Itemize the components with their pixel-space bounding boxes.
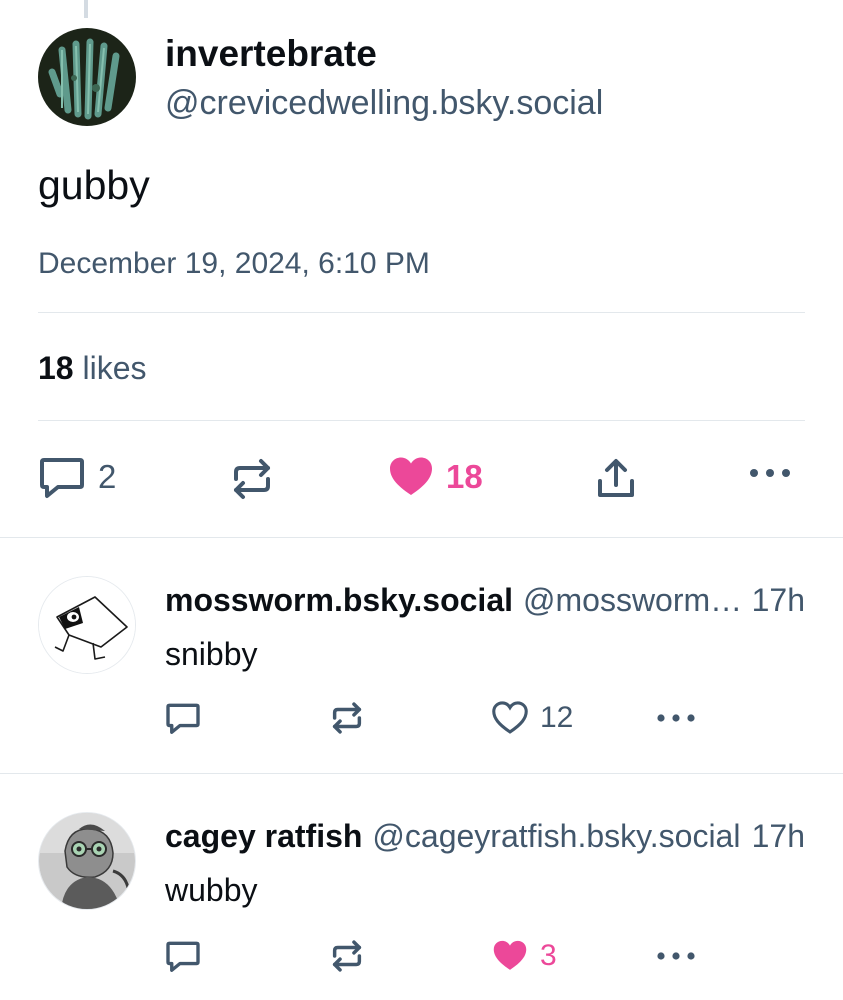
reply-post[interactable]: mossworm.bsky.social @mossworm.bsky.soci… (0, 538, 843, 774)
reply-author-handle[interactable]: @mossworm.bsky.social (523, 582, 746, 619)
more-options-button[interactable] (656, 713, 696, 723)
reply-post[interactable]: cagey ratfish @cageyratfish.bsky.social … (0, 774, 843, 1000)
reply-count: 2 (98, 458, 117, 495)
heart-icon (390, 457, 432, 495)
heart-icon (492, 701, 528, 734)
reply-author-name[interactable]: mossworm.bsky.social (165, 582, 513, 619)
reply-button[interactable]: 2 (38, 455, 116, 499)
repost-icon (234, 459, 270, 499)
comment-icon (40, 458, 84, 498)
reply-header: cagey ratfish @cageyratfish.bsky.social … (165, 818, 805, 855)
divider (38, 420, 805, 421)
more-icon (657, 714, 695, 722)
share-icon (598, 459, 634, 497)
share-button[interactable] (594, 457, 638, 501)
author-handle[interactable]: @crevicedwelling.bsky.social (165, 84, 603, 123)
more-options-button[interactable] (748, 467, 792, 479)
like-button[interactable]: 3 (492, 939, 557, 973)
more-icon (657, 952, 695, 960)
likes-count: 18 (38, 350, 74, 386)
likes-summary[interactable]: 18 likes (38, 350, 147, 387)
author-name[interactable]: invertebrate (165, 33, 377, 75)
repost-icon (332, 702, 362, 734)
heart-icon (493, 940, 527, 970)
post-text: gubby (38, 162, 150, 208)
repost-button[interactable] (330, 939, 364, 973)
main-post: invertebrate @crevicedwelling.bsky.socia… (0, 0, 843, 538)
repost-button[interactable] (330, 701, 364, 735)
reply-author-avatar[interactable] (38, 576, 136, 674)
repost-icon (332, 940, 362, 972)
post-timestamp: December 19, 2024, 6:10 PM (38, 247, 430, 280)
more-icon (750, 469, 790, 477)
reply-timestamp[interactable]: 17h (752, 582, 805, 619)
reply-button[interactable] (165, 939, 201, 973)
like-count: 12 (540, 701, 574, 734)
repost-button[interactable] (230, 457, 274, 501)
like-button[interactable]: 18 (388, 455, 483, 499)
reply-text: snibby (165, 636, 258, 672)
author-avatar[interactable] (38, 28, 136, 126)
like-count: 3 (540, 939, 557, 972)
comment-icon (166, 941, 200, 972)
comment-icon (166, 703, 200, 734)
reply-button[interactable] (165, 701, 201, 735)
like-count: 18 (446, 458, 483, 495)
reply-author-name[interactable]: cagey ratfish (165, 818, 362, 855)
reply-text: wubby (165, 872, 258, 908)
reply-timestamp[interactable]: 17h (752, 818, 805, 855)
like-button[interactable]: 12 (492, 701, 573, 735)
reply-author-avatar[interactable] (38, 812, 136, 910)
more-options-button[interactable] (656, 951, 696, 961)
divider (38, 312, 805, 313)
reply-header: mossworm.bsky.social @mossworm.bsky.soci… (165, 582, 805, 619)
likes-label: likes (82, 350, 147, 386)
reply-author-handle[interactable]: @cageyratfish.bsky.social (372, 818, 745, 855)
